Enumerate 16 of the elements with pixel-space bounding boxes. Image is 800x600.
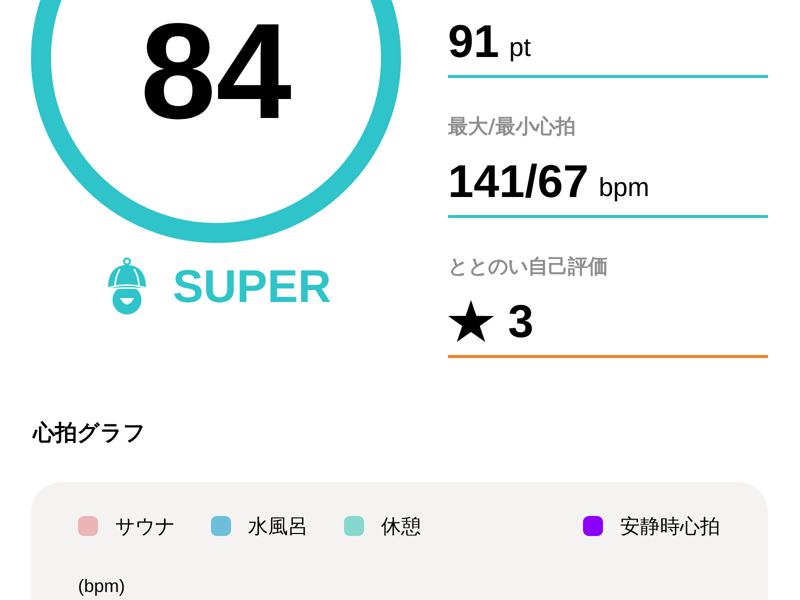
star-icon [448,300,494,342]
axis-unit-label: (bpm) [78,575,126,597]
legend-label: 水風呂 [248,513,308,540]
metric-value: 91 [448,14,500,69]
metric-value: 141/67 [448,154,589,209]
metric-unit: bpm [598,172,650,202]
metric-unit: pt [509,32,531,62]
metric-label: 最大/最小心拍 [448,113,576,140]
metric-label: ととのい自己評価 [448,253,608,280]
legend-label: 安静時心拍 [620,513,720,540]
legend-label: サウナ [115,513,175,540]
legend-label: 休憩 [381,513,421,540]
score-value: 84 [140,3,292,139]
rating-value: 3 [508,294,534,349]
section-heading: 心拍グラフ [33,420,146,448]
rank-label: SUPER [172,263,332,309]
